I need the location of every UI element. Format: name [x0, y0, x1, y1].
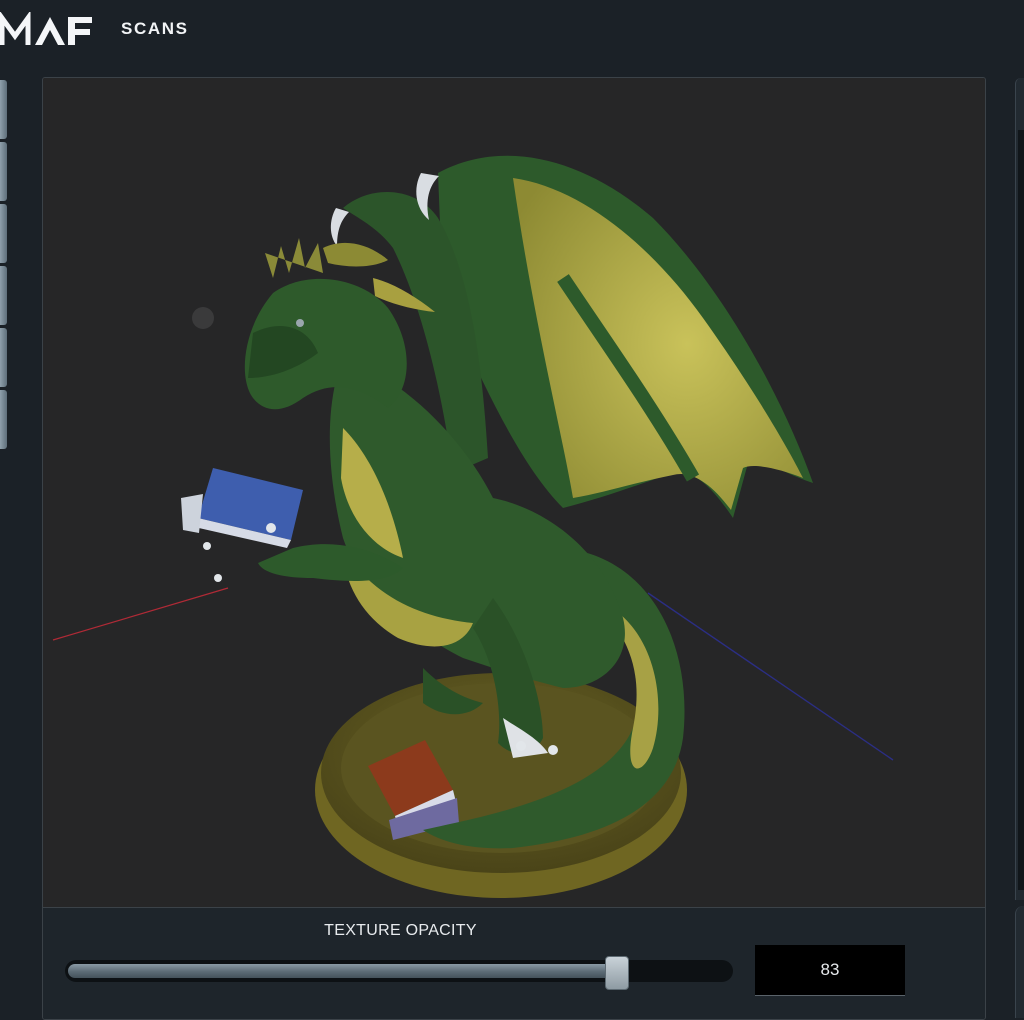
right-side-panel	[1015, 78, 1024, 900]
light-gizmo	[192, 307, 214, 329]
z-axis-line	[647, 592, 894, 761]
right-bottom-panel	[1015, 906, 1024, 1018]
scene-canvas[interactable]	[43, 78, 985, 907]
texture-opacity-label: TEXTURE OPACITY	[324, 922, 477, 939]
texture-opacity-value[interactable]: 83	[755, 945, 905, 996]
tool-button-3[interactable]	[0, 204, 7, 263]
viewer-controls: TEXTURE OPACITY 83	[43, 907, 985, 1019]
tool-button-6[interactable]	[0, 390, 7, 449]
maf-logo[interactable]	[0, 10, 95, 53]
left-toolbar	[0, 80, 8, 452]
tool-button-5[interactable]	[0, 328, 7, 387]
right-panel-content	[1018, 130, 1024, 890]
tool-button-4[interactable]	[0, 266, 7, 325]
dragon-model[interactable]	[181, 155, 813, 898]
top-bar: SCANS	[0, 0, 1024, 62]
nav-scans-link[interactable]: SCANS	[121, 19, 189, 39]
x-axis-line	[52, 587, 229, 641]
model-viewer: TEXTURE OPACITY 83	[42, 77, 986, 1020]
slider-thumb[interactable]	[605, 956, 629, 990]
slider-fill	[68, 964, 619, 978]
maf-logo-icon	[0, 10, 92, 45]
tool-button-2[interactable]	[0, 142, 7, 201]
3d-viewport[interactable]	[43, 78, 985, 907]
tool-button-1[interactable]	[0, 80, 7, 139]
texture-opacity-slider[interactable]	[65, 956, 733, 990]
